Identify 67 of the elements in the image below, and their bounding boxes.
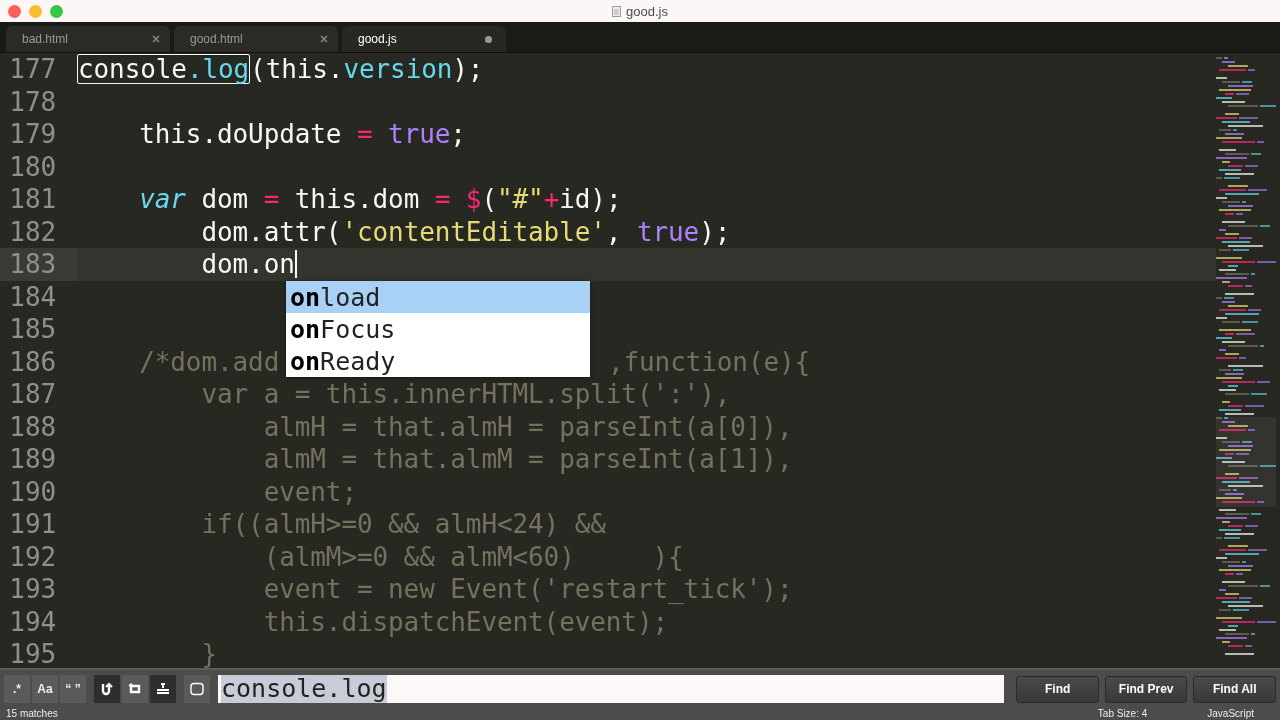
find-option-toggle[interactable] [150, 675, 176, 703]
line-number: 183 [0, 248, 77, 281]
find-option-toggle[interactable] [94, 675, 120, 703]
find-option-toggle[interactable]: .* [4, 675, 30, 703]
line-number: 185 [8, 313, 57, 346]
line-number: 177 [8, 53, 57, 86]
line-number: 179 [8, 118, 57, 151]
find-button[interactable]: Find [1016, 675, 1099, 703]
search-field[interactable]: console.log [218, 675, 1005, 703]
line-number: 184 [8, 280, 57, 313]
document-icon [612, 5, 622, 17]
completion-item[interactable]: onFocus [286, 313, 590, 345]
code-line: almH = that.almH = parseInt(a[0]), [262, 410, 794, 443]
find-button[interactable]: Find Prev [1104, 675, 1188, 703]
match-count: 15 matches [6, 708, 58, 720]
syntax-label[interactable]: JavaScript [1207, 708, 1254, 720]
tab[interactable]: bad.html [6, 26, 170, 52]
text-cursor [294, 250, 297, 279]
code-line: this.dispatchEvent(event); [262, 605, 670, 638]
code-line: var dom = this.dom = $("#"+id); [138, 183, 623, 216]
line-number: 187 [8, 378, 57, 411]
line-number: 178 [8, 85, 57, 118]
code-text: (this.version); [250, 54, 484, 85]
find-option-toggle[interactable] [184, 675, 210, 703]
underline-icon [156, 682, 170, 696]
line-number: 186 [8, 345, 57, 378]
completion-item[interactable]: onload [286, 281, 590, 313]
wrap-icon [100, 682, 114, 696]
window-title: good.js [626, 3, 668, 19]
code-line: } [200, 638, 218, 668]
line-number: 193 [8, 573, 57, 606]
line-number: 194 [8, 605, 57, 638]
tab[interactable]: good.html [174, 26, 338, 52]
code-line: if((almH>=0 && almH<24) && [200, 508, 607, 541]
loop-icon [128, 682, 142, 696]
code-line: event = new Event('restart_tick'); [262, 573, 794, 606]
line-number: 191 [8, 508, 57, 541]
code-line: this.doUpdate = true; [138, 118, 467, 151]
line-number: 182 [8, 215, 57, 248]
code-line: event; [262, 475, 358, 508]
line-number: 195 [8, 638, 57, 668]
line-number: 190 [8, 475, 57, 508]
code-line: var a = this.innerHTML.split(':'), [200, 378, 732, 411]
completion-item[interactable]: onReady [286, 345, 590, 377]
code-text: ,function(e){ [607, 346, 811, 377]
code-text: dom.on [200, 249, 295, 280]
code-line: almM = that.almM = parseInt(a[1]), [262, 443, 794, 476]
code-line: (almM>=0 && almM<60) ){ [262, 540, 685, 573]
line-number: 192 [8, 540, 57, 573]
line-number: 180 [8, 150, 57, 183]
find-button[interactable]: Find All [1193, 675, 1276, 703]
line-number: 189 [8, 443, 57, 476]
find-option-toggle[interactable] [122, 675, 148, 703]
find-option-toggle[interactable]: “ ” [60, 675, 86, 703]
close-icon[interactable] [320, 35, 328, 43]
line-number: 181 [8, 183, 57, 216]
tab[interactable]: good.js [342, 26, 506, 52]
search-match: console.log [77, 54, 251, 85]
code-line: dom.attr('contentEditable', true); [200, 215, 732, 248]
close-icon[interactable] [8, 4, 21, 18]
line-number: 188 [8, 410, 57, 443]
tab-size-label[interactable]: Tab Size: 4 [1097, 708, 1148, 720]
code-text: /*dom.add [138, 346, 280, 377]
find-option-toggle[interactable]: Aa [32, 675, 58, 703]
minimap-drawing[interactable] [1216, 57, 1276, 657]
square-icon [190, 682, 204, 696]
close-icon[interactable] [152, 35, 160, 43]
